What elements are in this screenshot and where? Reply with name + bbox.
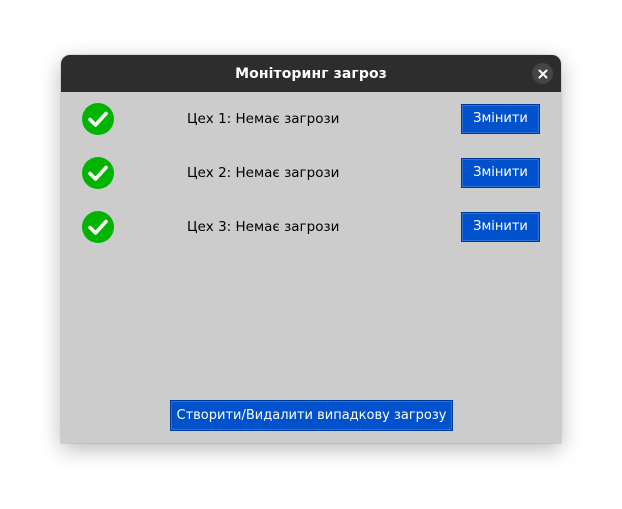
change-button-workshop-1[interactable]: Змінити [461,104,540,134]
toggle-random-threat-button[interactable]: Створити/Видалити випадкову загрозу [170,400,453,431]
change-button-workshop-2[interactable]: Змінити [461,158,540,188]
check-circle-icon [82,103,114,135]
window-title: Моніторинг загроз [235,65,387,82]
close-button[interactable] [532,63,553,84]
check-circle-icon [82,157,114,189]
change-button-workshop-3[interactable]: Змінити [461,212,540,242]
workshop-status-label: Цех 3: Немає загрози [187,219,340,235]
workshop-row-2: Цех 2: Немає загрози Змінити [61,157,561,189]
threat-monitor-window: Моніторинг загроз Цех 1: Немає загрози З… [61,55,561,443]
workshop-status-label: Цех 2: Немає загрози [187,165,340,181]
close-icon [538,69,547,78]
titlebar: Моніторинг загроз [61,55,561,92]
workshop-row-3: Цех 3: Немає загрози Змінити [61,211,561,243]
check-circle-icon [82,211,114,243]
workshop-row-1: Цех 1: Немає загрози Змінити [61,103,561,135]
workshop-status-label: Цех 1: Немає загрози [187,111,340,127]
